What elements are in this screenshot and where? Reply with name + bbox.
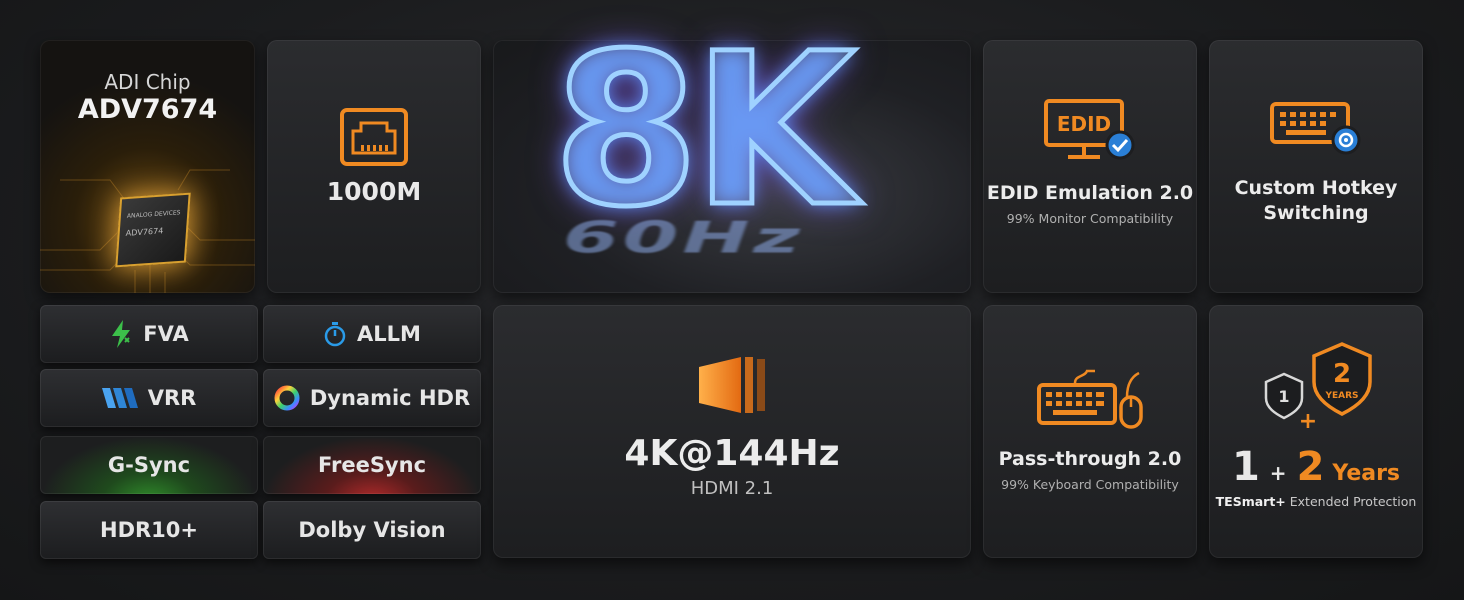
shield-big-label: YEARS	[1324, 391, 1358, 401]
gsync-feature: G-Sync	[40, 436, 258, 494]
warranty-line: 1 + 2 Years	[1232, 444, 1400, 490]
edid-badge-text: EDID	[1057, 112, 1111, 136]
warranty-subtitle: TESmart+ Extended Protection	[1216, 494, 1417, 509]
dynamic-hdr-feature: Dynamic HDR	[263, 369, 481, 427]
shield-big-number: 2	[1333, 359, 1351, 389]
freesync-feature: FreeSync	[263, 436, 481, 494]
stopwatch-icon	[323, 321, 347, 347]
warranty-shields-icon: 1 2 YEARS +	[1264, 342, 1372, 432]
passthrough-tile: Pass-through 2.0 99% Keyboard Compatibil…	[983, 305, 1197, 558]
warranty-tile: 1 2 YEARS + 1 + 2 Years TESmart+ Extende…	[1209, 305, 1423, 558]
warranty-brand: TESmart+	[1215, 494, 1286, 509]
fva-label: FVA	[143, 322, 189, 346]
dolby-vision-label: Dolby Vision	[298, 518, 446, 542]
hdmi-resolution: 4K@144Hz	[624, 432, 840, 474]
edid-title: EDID Emulation 2.0	[986, 181, 1194, 204]
hdr10-feature: HDR10+	[40, 501, 258, 559]
lan-tile: 1000M	[267, 40, 481, 293]
hotkey-title: Custom Hotkey Switching	[1235, 176, 1398, 225]
dolby-vision-feature: Dolby Vision	[263, 501, 481, 559]
hdr10-label: HDR10+	[100, 518, 198, 542]
monitor-check-icon: EDID	[1044, 98, 1135, 160]
shield-plus: +	[1299, 409, 1317, 432]
lan-speed-label: 1000M	[326, 177, 422, 206]
edid-subtitle: 99% Monitor Compatibility	[1006, 211, 1174, 227]
hero-60hz-text: 60Hz	[563, 212, 804, 264]
warranty-plus: +	[1269, 461, 1287, 485]
shield-small-text: 1	[1278, 387, 1289, 406]
edid-tile: EDID EDID Emulation 2.0 99% Monitor Comp…	[983, 40, 1197, 293]
speed-bars-icon	[699, 356, 765, 413]
chip-model: ADV7674	[77, 94, 218, 125]
chip-package-brand: ANALOG DEVICES	[126, 209, 181, 220]
allm-label: ALLM	[357, 322, 421, 346]
hotkey-title-line2: Switching	[1263, 201, 1369, 224]
color-wheel-icon	[274, 385, 300, 411]
allm-feature: ALLM	[263, 305, 481, 363]
keyboard-mouse-icon	[1037, 369, 1143, 429]
hotkey-tile: Custom Hotkey Switching	[1209, 40, 1423, 293]
warranty-extra-years: 2	[1296, 444, 1325, 490]
dynamic-hdr-label: Dynamic HDR	[309, 386, 471, 410]
chip-package-model: ADV7674	[125, 226, 164, 238]
warranty-base-years: 1	[1231, 444, 1260, 490]
hero-8k-text: 8K	[551, 8, 859, 253]
freesync-label: FreeSync	[317, 453, 427, 477]
passthrough-title: Pass-through 2.0	[998, 447, 1182, 470]
warranty-years-label: Years	[1332, 461, 1401, 486]
hdmi-tile: 4K@144Hz HDMI 2.1	[493, 305, 971, 558]
passthrough-subtitle: 99% Keyboard Compatibility	[1001, 477, 1179, 493]
vrr-label: VRR	[147, 386, 197, 410]
ethernet-port-icon	[340, 108, 408, 166]
adi-chip-tile: ADI Chip ADV7674 ANALOG DEVICES ADV7674	[40, 40, 255, 293]
hdmi-version: HDMI 2.1	[690, 477, 774, 499]
fva-feature: FVA	[40, 305, 258, 363]
warranty-protection: Extended Protection	[1289, 494, 1417, 509]
chip-package: ANALOG DEVICES ADV7674	[115, 192, 191, 268]
vrr-stripes-icon	[101, 388, 138, 408]
8k-hero-tile: 8K 60Hz	[493, 23, 971, 293]
gsync-label: G-Sync	[107, 453, 191, 477]
chip-title: ADI Chip	[104, 70, 191, 94]
lightning-icon	[109, 320, 133, 348]
keyboard-gear-icon	[1270, 101, 1361, 155]
vrr-feature: VRR	[40, 369, 258, 427]
hotkey-title-line1: Custom Hotkey	[1234, 176, 1398, 199]
